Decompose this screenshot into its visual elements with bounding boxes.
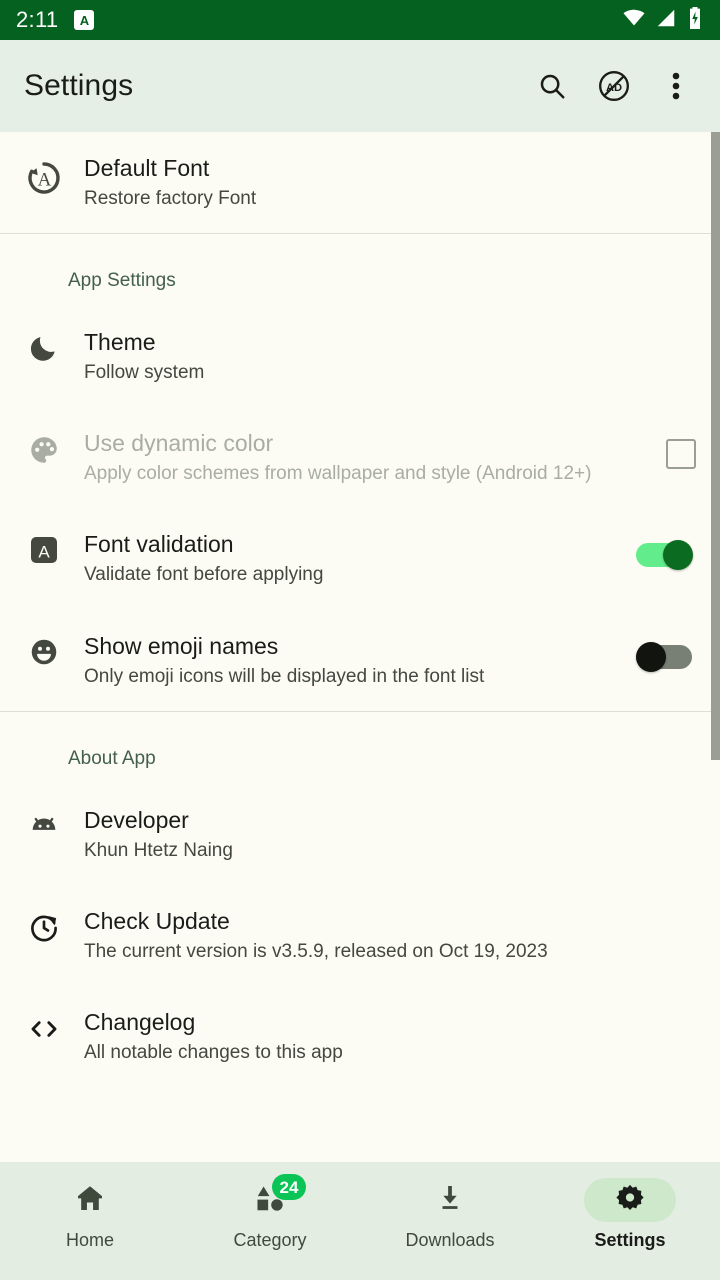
setting-title: Developer	[84, 806, 189, 833]
nav-icon-wrap-category: 24	[224, 1174, 316, 1222]
section-header-about-app: About App	[68, 747, 156, 769]
category-badge: 24	[272, 1174, 306, 1200]
setting-subtitle: All notable changes to this app	[84, 1041, 343, 1063]
app-bar: Settings AD	[0, 40, 720, 132]
svg-text:AD: AD	[606, 82, 622, 94]
gear-icon	[614, 1182, 646, 1219]
battery-charging-icon	[686, 6, 704, 35]
setting-row-show-emoji-names[interactable]: Show emoji names Only emoji icons will b…	[0, 610, 720, 711]
nav-item-home[interactable]: Home	[0, 1178, 180, 1251]
nav-label-settings: Settings	[594, 1230, 666, 1250]
nav-icon-wrap-settings	[584, 1178, 676, 1222]
search-icon[interactable]	[526, 60, 578, 112]
nav-icon-wrap-home	[44, 1178, 136, 1222]
code-brackets-icon	[16, 1008, 72, 1046]
android-head-icon	[16, 806, 72, 844]
font-validation-switch[interactable]	[636, 540, 696, 571]
setting-subtitle: Khun Htetz Naing	[84, 839, 233, 861]
cellular-signal-icon	[655, 7, 677, 34]
moon-icon	[16, 328, 72, 364]
nav-item-category[interactable]: 24 Category	[180, 1174, 360, 1251]
emoji-face-icon	[16, 632, 72, 668]
nav-label-category: Category	[233, 1230, 307, 1250]
status-bar-left: 2:11 A	[16, 7, 95, 33]
restore-font-icon: A	[16, 154, 72, 198]
setting-title: Default Font	[84, 155, 210, 181]
setting-control-font-validation	[636, 530, 696, 571]
wifi-icon	[622, 6, 646, 35]
ad-block-icon[interactable]: AD	[588, 60, 640, 112]
setting-control-show-emoji-names	[636, 632, 696, 672]
setting-row-developer[interactable]: Developer Khun Htetz Naing	[0, 784, 720, 885]
svg-text:A: A	[38, 543, 50, 562]
vertical-scrollbar[interactable]	[711, 132, 720, 760]
overflow-menu-icon[interactable]	[650, 60, 702, 112]
setting-subtitle: Restore factory Font	[84, 188, 257, 210]
status-bar-clock: 2:11	[16, 7, 59, 32]
settings-scroll-area[interactable]: A Default Font Restore factory Font App …	[0, 132, 720, 1162]
setting-control-dynamic-color	[666, 429, 696, 470]
switch-thumb	[663, 540, 693, 571]
page-title: Settings	[24, 69, 134, 102]
setting-text-show-emoji-names: Show emoji names Only emoji icons will b…	[72, 632, 636, 689]
setting-title: Check Update	[84, 907, 230, 934]
setting-subtitle: The current version is v3.5.9, released …	[84, 940, 548, 962]
palette-icon	[16, 429, 72, 467]
home-icon	[74, 1182, 106, 1219]
setting-row-check-update[interactable]: Check Update The current version is v3.5…	[0, 885, 720, 986]
setting-subtitle: Only emoji icons will be displayed in th…	[84, 665, 485, 687]
svg-text:A: A	[38, 170, 52, 191]
show-emoji-names-switch[interactable]	[636, 641, 696, 672]
setting-row-font-validation[interactable]: A Font validation Validate font before a…	[0, 508, 720, 609]
setting-text-theme: Theme Follow system	[72, 328, 696, 385]
setting-text-changelog: Changelog All notable changes to this ap…	[72, 1008, 696, 1065]
setting-subtitle: Validate font before applying	[84, 564, 324, 586]
setting-text-font-validation: Font validation Validate font before app…	[72, 530, 636, 587]
dynamic-color-checkbox[interactable]	[666, 439, 696, 470]
setting-text-check-update: Check Update The current version is v3.5…	[72, 907, 696, 964]
setting-subtitle: Apply color schemes from wallpaper and s…	[84, 463, 592, 485]
nav-label-downloads: Downloads	[405, 1230, 495, 1250]
setting-title: Theme	[84, 329, 156, 356]
status-bar-right	[622, 6, 704, 35]
setting-text-dynamic-color: Use dynamic color Apply color schemes fr…	[72, 429, 666, 486]
setting-title: Show emoji names	[84, 632, 279, 659]
nav-item-settings[interactable]: Settings	[540, 1178, 720, 1251]
setting-row-default-font[interactable]: A Default Font Restore factory Font	[0, 132, 720, 233]
setting-text-developer: Developer Khun Htetz Naing	[72, 806, 696, 863]
setting-row-dynamic-color: Use dynamic color Apply color schemes fr…	[0, 407, 720, 508]
setting-subtitle: Follow system	[84, 362, 205, 384]
setting-row-changelog[interactable]: Changelog All notable changes to this ap…	[0, 986, 720, 1087]
nav-icon-wrap-downloads	[404, 1178, 496, 1222]
setting-text-default-font: Default Font Restore factory Font	[72, 154, 696, 211]
switch-thumb	[636, 641, 666, 672]
setting-title: Font validation	[84, 531, 234, 558]
setting-title: Use dynamic color	[84, 430, 274, 457]
download-icon	[434, 1182, 466, 1219]
nav-item-downloads[interactable]: Downloads	[360, 1178, 540, 1251]
setting-title: Changelog	[84, 1008, 196, 1035]
section-header-app-settings: App Settings	[68, 270, 176, 292]
nav-label-home: Home	[65, 1230, 114, 1250]
app-screen: 2:11 A Settings AD A Default Font Restor…	[0, 0, 720, 1280]
font-app-notification-icon: A	[74, 10, 95, 30]
letter-a-box-icon: A	[16, 530, 72, 566]
status-bar: 2:11 A	[0, 0, 720, 40]
update-clock-icon	[16, 907, 72, 945]
app-bar-actions: AD	[526, 60, 702, 112]
setting-row-theme[interactable]: Theme Follow system	[0, 306, 720, 407]
bottom-navigation-bar: Home 24 Category Downloads Settings	[0, 1162, 720, 1280]
